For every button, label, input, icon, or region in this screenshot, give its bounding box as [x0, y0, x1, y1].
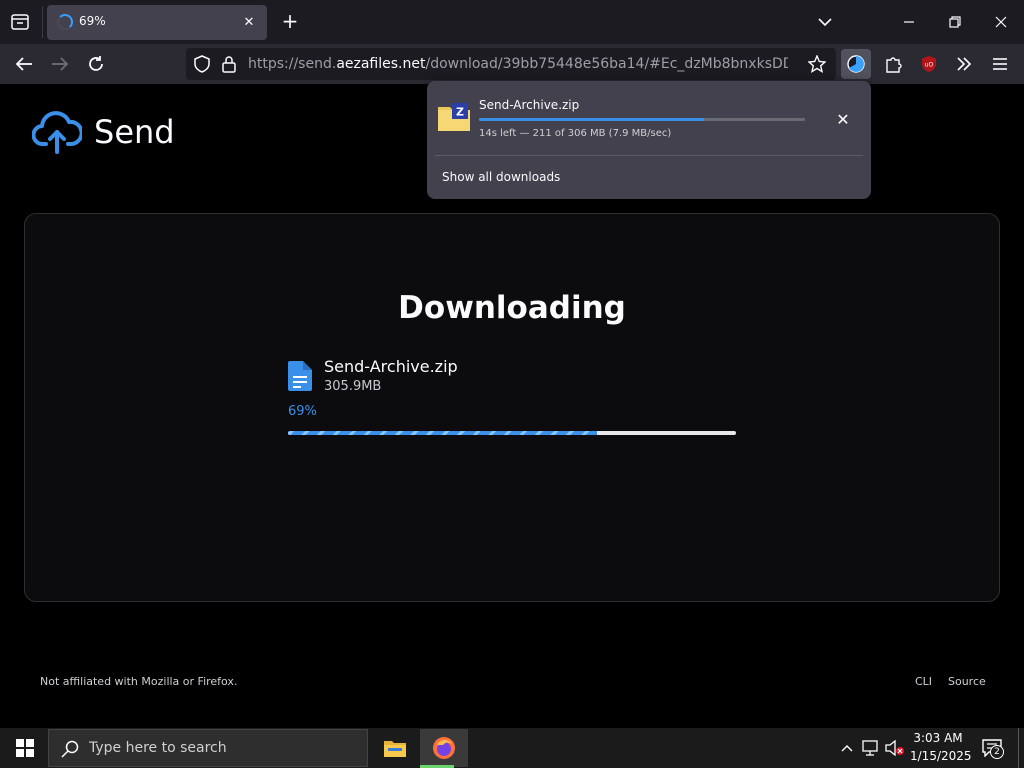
extensions-button[interactable] [879, 50, 907, 78]
tab-active[interactable]: 69% ✕ [47, 5, 267, 40]
minimize-icon [904, 21, 914, 23]
show-all-downloads-button[interactable]: Show all downloads [442, 170, 560, 184]
firefox-icon [433, 737, 455, 759]
tab-close-icon[interactable]: ✕ [239, 12, 259, 32]
close-window-button[interactable] [986, 8, 1016, 36]
volume-button[interactable] [885, 738, 905, 758]
download-panel-progress-fill [479, 118, 704, 121]
forward-button[interactable] [46, 50, 74, 78]
downloads-panel: Z Send-Archive.zip 14s left — 211 of 306… [427, 81, 871, 199]
page-title: Downloading [398, 290, 626, 326]
logo-text: Send [94, 113, 175, 151]
volume-muted-icon [885, 740, 904, 756]
shield-icon[interactable] [194, 55, 210, 73]
taskbar-firefox[interactable] [420, 729, 468, 767]
download-progress-icon [847, 55, 865, 73]
send-logo[interactable]: Send [32, 110, 192, 158]
download-progress-fill [288, 431, 598, 435]
url-text[interactable]: https://send.aezafiles.net/download/39bb… [248, 56, 788, 72]
footer-disclaimer: Not affiliated with Mozilla or Firefox. [40, 675, 238, 688]
downloads-button[interactable] [841, 49, 871, 79]
show-desktop-button[interactable] [1018, 728, 1019, 768]
start-button[interactable] [8, 732, 42, 764]
chevron-down-icon [818, 18, 832, 27]
ublock-icon: uO [922, 56, 936, 72]
more-tools-button[interactable] [950, 50, 978, 78]
network-button[interactable] [861, 738, 881, 758]
loading-spinner-icon [57, 14, 73, 30]
taskbar-file-explorer[interactable] [376, 729, 414, 767]
bookmark-star-icon[interactable] [808, 55, 826, 73]
back-button[interactable] [10, 50, 38, 78]
tab-list-button[interactable] [6, 8, 34, 36]
network-icon [862, 740, 878, 756]
restore-button[interactable] [940, 8, 970, 36]
search-placeholder: Type here to search [89, 740, 227, 756]
new-tab-button[interactable]: + [278, 10, 302, 34]
reload-icon [89, 56, 103, 71]
tab-title: 69% [79, 14, 106, 28]
download-file-name[interactable]: Send-Archive.zip [479, 98, 579, 112]
hamburger-menu-icon [993, 58, 1007, 70]
clock-time[interactable]: 3:03 AM [910, 731, 966, 745]
windows-logo-icon [16, 739, 34, 757]
svg-text:Z: Z [456, 106, 464, 119]
show-hidden-icons-button[interactable] [837, 738, 857, 758]
download-card [24, 213, 1000, 602]
download-panel-progress-bar [479, 118, 805, 121]
taskbar-search[interactable]: Type here to search [48, 729, 368, 767]
url-bar[interactable]: https://send.aezafiles.net/download/39bb… [186, 48, 836, 80]
reload-button[interactable] [82, 50, 110, 78]
ublock-button[interactable]: uO [915, 50, 943, 78]
chevron-up-icon [841, 745, 853, 752]
restore-icon [949, 16, 961, 28]
cancel-download-icon[interactable]: ✕ [831, 107, 855, 131]
footer-source-link[interactable]: Source [948, 675, 986, 688]
notification-count-badge: 2 [990, 745, 1004, 759]
svg-text:uO: uO [925, 62, 934, 69]
folder-icon [384, 741, 406, 757]
clock-date[interactable]: 1/15/2025 [910, 749, 972, 763]
minimize-button[interactable] [894, 8, 924, 36]
file-size: 305.9MB [324, 379, 382, 394]
file-name: Send-Archive.zip [324, 357, 458, 376]
cloud-upload-icon [32, 111, 82, 154]
puzzle-icon [886, 57, 902, 73]
download-status: 14s left — 211 of 306 MB (7.9 MB/sec) [479, 128, 672, 139]
panel-divider [435, 155, 863, 156]
progress-percent: 69% [288, 404, 317, 419]
download-progress-bar [288, 431, 736, 435]
document-icon [288, 361, 312, 391]
search-icon [61, 740, 79, 758]
zip-folder-icon: Z [438, 103, 470, 131]
arrow-right-icon [52, 57, 69, 71]
lock-icon[interactable] [222, 55, 236, 73]
close-icon [995, 16, 1007, 28]
notifications-button[interactable]: 2 [980, 737, 1006, 761]
tab-separator [42, 6, 43, 38]
tab-list-icon [11, 14, 29, 30]
arrow-left-icon [15, 57, 32, 71]
app-menu-button[interactable] [986, 50, 1014, 78]
footer-cli-link[interactable]: CLI [915, 675, 932, 688]
list-all-tabs-button[interactable] [810, 8, 840, 36]
double-chevron-right-icon [957, 57, 972, 71]
